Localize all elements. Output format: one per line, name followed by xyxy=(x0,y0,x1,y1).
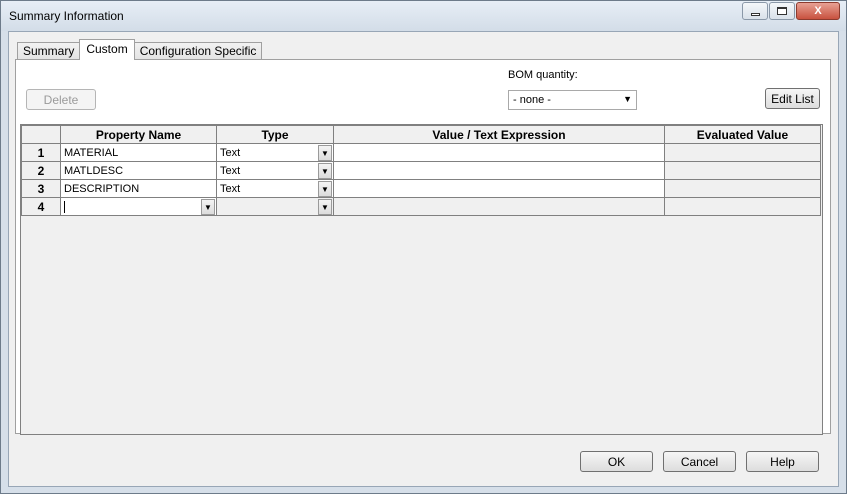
bom-quantity-value: - none - xyxy=(513,94,551,106)
title-bar[interactable]: Summary Information X xyxy=(1,1,846,31)
custom-properties-grid: Property Name Type Value / Text Expressi… xyxy=(20,124,823,435)
ok-button[interactable]: OK xyxy=(580,451,653,472)
property-name-cell[interactable]: ▼ xyxy=(60,197,217,216)
type-header[interactable]: Type xyxy=(216,125,334,144)
dropdown-arrow-icon[interactable]: ▼ xyxy=(318,198,332,215)
close-icon: X xyxy=(814,5,822,17)
help-button[interactable]: Help xyxy=(746,451,819,472)
type-value: Text xyxy=(220,182,241,195)
property-name-cell[interactable]: DESCRIPTION xyxy=(60,179,217,198)
type-cell[interactable]: Text ▼ xyxy=(216,161,334,180)
delete-button[interactable]: Delete xyxy=(26,89,96,110)
custom-tab-panel: Delete BOM quantity: - none - ▼ Edit Lis… xyxy=(15,59,831,435)
dropdown-arrow-icon[interactable]: ▼ xyxy=(201,198,215,215)
bom-quantity-label: BOM quantity: xyxy=(508,69,578,81)
evaluated-value-cell xyxy=(664,161,821,180)
minimize-button[interactable] xyxy=(742,2,768,20)
text-cursor xyxy=(64,200,65,213)
dropdown-arrow-icon[interactable]: ▼ xyxy=(318,144,332,161)
type-cell[interactable]: Text ▼ xyxy=(216,179,334,198)
dropdown-arrow-icon[interactable]: ▼ xyxy=(318,180,332,197)
table-header-row: Property Name Type Value / Text Expressi… xyxy=(21,125,821,144)
dialog-client-area: Summary Custom Configuration Specific De… xyxy=(8,31,839,487)
row-number[interactable]: 1 xyxy=(21,143,61,162)
evaluated-value-cell xyxy=(664,197,821,216)
cancel-button[interactable]: Cancel xyxy=(663,451,736,472)
maximize-icon xyxy=(777,7,787,15)
minimize-icon xyxy=(750,12,760,16)
value-expression-cell[interactable] xyxy=(333,143,665,162)
property-name-header[interactable]: Property Name xyxy=(60,125,217,144)
properties-table: Property Name Type Value / Text Expressi… xyxy=(21,125,821,216)
type-cell[interactable]: Text ▼ xyxy=(216,143,334,162)
evaluated-value-cell xyxy=(664,143,821,162)
bom-quantity-select[interactable]: - none - ▼ xyxy=(508,90,637,110)
table-row-new: 4 ▼ ▼ xyxy=(21,197,821,216)
caption-buttons: X xyxy=(741,2,840,20)
row-number[interactable]: 4 xyxy=(21,197,61,216)
tab-strip: Summary Custom Configuration Specific xyxy=(17,39,263,60)
table-row: 1 MATERIAL Text ▼ xyxy=(21,143,821,162)
value-expression-cell[interactable] xyxy=(333,197,665,216)
table-row: 2 MATLDESC Text ▼ xyxy=(21,161,821,180)
edit-list-button[interactable]: Edit List xyxy=(765,88,820,109)
tab-configuration-specific[interactable]: Configuration Specific xyxy=(133,42,263,60)
value-expression-header[interactable]: Value / Text Expression xyxy=(333,125,665,144)
tab-custom[interactable]: Custom xyxy=(79,39,135,60)
evaluated-value-cell xyxy=(664,179,821,198)
property-name-cell[interactable]: MATLDESC xyxy=(60,161,217,180)
row-number[interactable]: 3 xyxy=(21,179,61,198)
summary-information-dialog: Summary Information X Summary Custom Con… xyxy=(0,0,847,494)
value-expression-cell[interactable] xyxy=(333,179,665,198)
row-number[interactable]: 2 xyxy=(21,161,61,180)
table-row: 3 DESCRIPTION Text ▼ xyxy=(21,179,821,198)
chevron-down-icon: ▼ xyxy=(623,94,632,104)
value-expression-cell[interactable] xyxy=(333,161,665,180)
evaluated-value-header[interactable]: Evaluated Value xyxy=(664,125,821,144)
tab-summary[interactable]: Summary xyxy=(17,42,81,60)
maximize-button[interactable] xyxy=(769,2,795,20)
row-number-header xyxy=(21,125,61,144)
type-value: Text xyxy=(220,146,241,159)
property-name-cell[interactable]: MATERIAL xyxy=(60,143,217,162)
window-title: Summary Information xyxy=(9,9,124,23)
type-cell[interactable]: ▼ xyxy=(216,197,334,216)
type-value: Text xyxy=(220,164,241,177)
close-button[interactable]: X xyxy=(796,2,840,20)
dropdown-arrow-icon[interactable]: ▼ xyxy=(318,162,332,179)
